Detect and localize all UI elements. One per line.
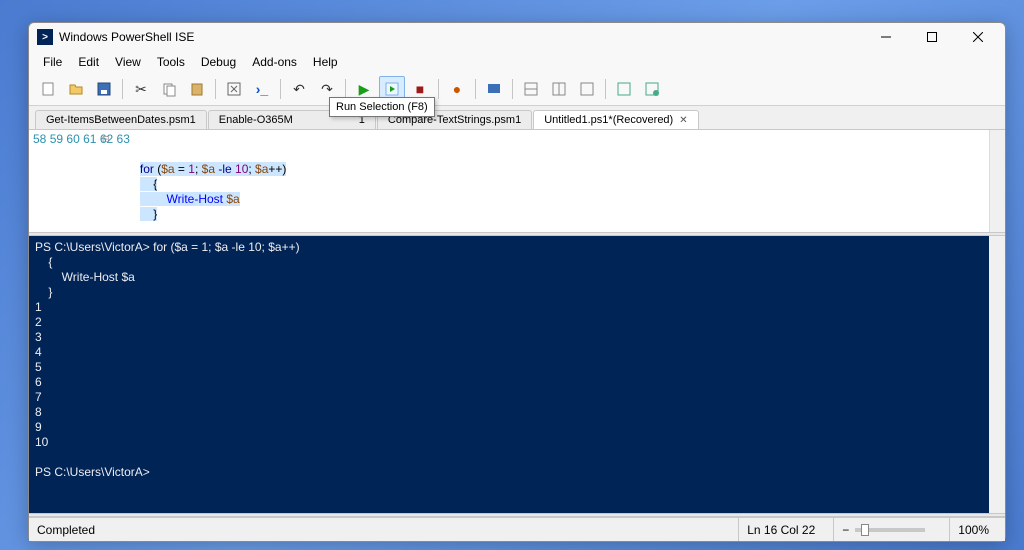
toolbar-separator <box>345 79 346 99</box>
toolbar: ✂ ›_ ↶ ↷ ▶ ■ ● Run Selection (F8) <box>29 73 1005 106</box>
console-pane[interactable]: PS C:\Users\VictorA> for ($a = 1; $a -le… <box>29 236 1005 513</box>
copy-icon[interactable] <box>156 76 182 102</box>
status-left: Completed <box>37 523 95 537</box>
titlebar: > Windows PowerShell ISE <box>29 23 1005 51</box>
layout-right-icon[interactable] <box>546 76 572 102</box>
minimize-button[interactable] <box>863 23 909 51</box>
close-button[interactable] <box>955 23 1001 51</box>
clear-console-icon[interactable] <box>221 76 247 102</box>
new-file-icon[interactable] <box>35 76 61 102</box>
editor-scrollbar[interactable] <box>989 130 1005 232</box>
show-command-addon-icon[interactable] <box>611 76 637 102</box>
save-icon[interactable] <box>91 76 117 102</box>
undo-icon[interactable]: ↶ <box>286 76 312 102</box>
powershell-icon: > <box>37 29 53 45</box>
zoom-percent: 100% <box>949 518 997 541</box>
line-gutter: 58 59 60 61 ⊟ 62 63 <box>29 130 136 232</box>
code-area[interactable]: for ($a = 1; $a -le 10; $a++) { Write-Ho… <box>136 130 291 232</box>
toolbar-separator <box>215 79 216 99</box>
tooltip: Run Selection (F8) <box>329 97 435 117</box>
breakpoint-icon[interactable]: ● <box>444 76 470 102</box>
tab-close-icon[interactable]: ✕ <box>679 115 687 126</box>
menubar: File Edit View Tools Debug Add-ons Help <box>29 51 1005 73</box>
toolbar-separator <box>605 79 606 99</box>
zoom-control[interactable]: − <box>833 518 939 541</box>
menu-edit[interactable]: Edit <box>70 53 107 71</box>
show-command-window-icon[interactable] <box>639 76 665 102</box>
menu-debug[interactable]: Debug <box>193 53 244 71</box>
open-file-icon[interactable] <box>63 76 89 102</box>
tabbar: Get-ItemsBetweenDates.psm1 Enable-O365M1… <box>29 106 1005 130</box>
zoom-thumb[interactable] <box>861 524 869 536</box>
maximize-button[interactable] <box>909 23 955 51</box>
show-script-pane-icon[interactable] <box>518 76 544 102</box>
fold-icon[interactable]: ⊟ <box>102 132 110 147</box>
menu-addons[interactable]: Add-ons <box>244 53 305 71</box>
toolbar-separator <box>122 79 123 99</box>
status-position: Ln 16 Col 22 <box>738 518 823 541</box>
script-editor[interactable]: 58 59 60 61 ⊟ 62 63 for ($a = 1; $a -le … <box>29 130 1005 232</box>
zoom-slider[interactable] <box>855 528 925 532</box>
menu-file[interactable]: File <box>35 53 70 71</box>
toolbar-separator <box>512 79 513 99</box>
zoom-out-icon[interactable]: − <box>842 523 849 537</box>
remote-icon[interactable] <box>481 76 507 102</box>
toolbar-separator <box>475 79 476 99</box>
menu-tools[interactable]: Tools <box>149 53 193 71</box>
layout-max-icon[interactable] <box>574 76 600 102</box>
statusbar: Completed Ln 16 Col 22 − 100% <box>29 517 1005 541</box>
cut-icon[interactable]: ✂ <box>128 76 154 102</box>
window-title: Windows PowerShell ISE <box>59 30 863 44</box>
app-window: > Windows PowerShell ISE File Edit View … <box>28 22 1006 542</box>
window-controls <box>863 23 1001 51</box>
console-scrollbar[interactable] <box>989 236 1005 513</box>
menu-view[interactable]: View <box>107 53 149 71</box>
tab-untitled1[interactable]: Untitled1.ps1*(Recovered)✕ <box>533 110 698 129</box>
paste-icon[interactable] <box>184 76 210 102</box>
tab-get-items[interactable]: Get-ItemsBetweenDates.psm1 <box>35 110 207 129</box>
toolbar-separator <box>438 79 439 99</box>
menu-help[interactable]: Help <box>305 53 346 71</box>
toolbar-separator <box>280 79 281 99</box>
console-prompt-icon[interactable]: ›_ <box>249 76 275 102</box>
